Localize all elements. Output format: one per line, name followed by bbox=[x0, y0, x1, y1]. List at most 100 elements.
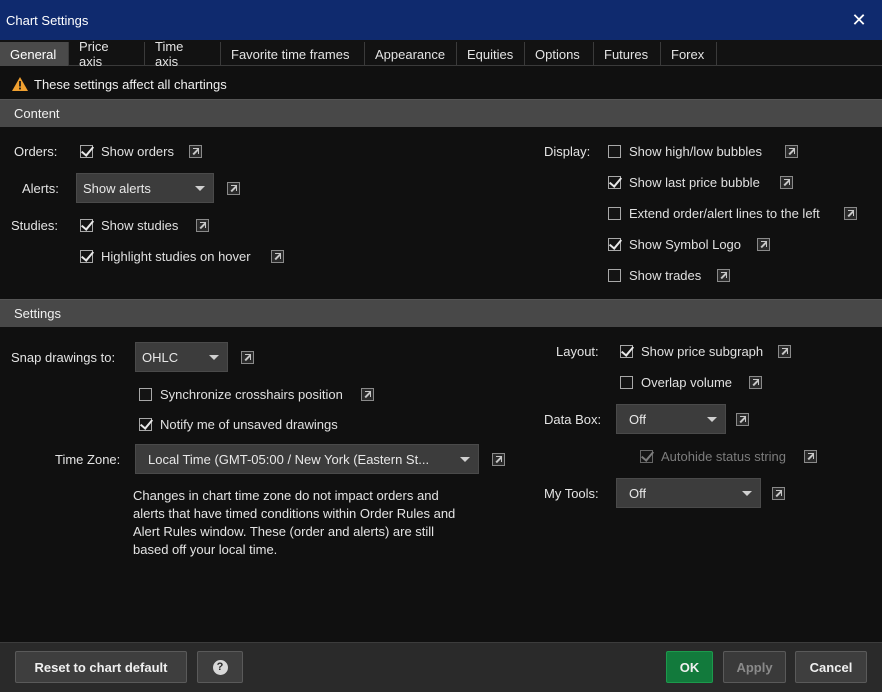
layout-label: Layout: bbox=[556, 344, 599, 359]
tab-equities[interactable]: Equities bbox=[457, 42, 525, 66]
notify-unsaved-label: Notify me of unsaved drawings bbox=[160, 417, 338, 432]
link-icon[interactable] bbox=[772, 487, 785, 500]
warning-icon bbox=[12, 77, 28, 91]
tab-time-axis[interactable]: Time axis bbox=[145, 39, 221, 69]
chevron-down-icon bbox=[707, 417, 717, 422]
tab-options[interactable]: Options bbox=[525, 42, 594, 66]
show-trades-label: Show trades bbox=[629, 268, 702, 283]
snap-drawings-label: Snap drawings to: bbox=[11, 350, 116, 365]
checkbox-box bbox=[608, 176, 621, 189]
my-tools-label: My Tools: bbox=[544, 486, 599, 501]
show-high-low-bubbles-label: Show high/low bubbles bbox=[629, 144, 762, 159]
alerts-dropdown-value: Show alerts bbox=[83, 180, 151, 196]
time-zone-label: Time Zone: bbox=[55, 452, 121, 467]
overlap-volume-checkbox[interactable]: Overlap volume bbox=[620, 375, 732, 390]
tab-favorite-time-frames[interactable]: Favorite time frames bbox=[221, 42, 365, 66]
time-zone-dropdown[interactable]: Local Time (GMT-05:00 / New York (Easter… bbox=[135, 444, 479, 474]
link-icon[interactable] bbox=[196, 219, 209, 232]
show-orders-checkbox[interactable]: Show orders bbox=[80, 144, 174, 159]
tab-price-axis[interactable]: Price axis bbox=[69, 39, 145, 69]
tab-futures[interactable]: Futures bbox=[594, 42, 661, 66]
data-box-value: Off bbox=[629, 411, 647, 427]
chevron-down-icon bbox=[460, 457, 470, 462]
content-header-label: Content bbox=[14, 106, 60, 121]
studies-label: Studies: bbox=[11, 218, 58, 233]
link-icon[interactable] bbox=[717, 269, 730, 282]
tab-bar: General Price axis Time axis Favorite ti… bbox=[0, 39, 882, 69]
link-icon[interactable] bbox=[271, 250, 284, 263]
sync-crosshairs-label: Synchronize crosshairs position bbox=[160, 387, 343, 402]
content-section-header: Content bbox=[0, 99, 882, 127]
data-box-dropdown[interactable]: Off bbox=[616, 404, 726, 434]
ok-button[interactable]: OK bbox=[666, 651, 713, 683]
cancel-button[interactable]: Cancel bbox=[795, 651, 867, 683]
highlight-studies-label: Highlight studies on hover bbox=[101, 249, 251, 264]
show-last-price-bubble-label: Show last price bubble bbox=[629, 175, 760, 190]
link-icon[interactable] bbox=[227, 182, 240, 195]
link-icon[interactable] bbox=[757, 238, 770, 251]
link-icon[interactable] bbox=[804, 450, 817, 463]
alerts-dropdown[interactable]: Show alerts bbox=[76, 173, 214, 203]
my-tools-dropdown[interactable]: Off bbox=[616, 478, 761, 508]
title-bar: Chart Settings ✕ bbox=[0, 0, 882, 40]
show-price-subgraph-checkbox[interactable]: Show price subgraph bbox=[620, 344, 763, 359]
alerts-label: Alerts: bbox=[22, 181, 59, 196]
close-button[interactable]: ✕ bbox=[836, 0, 882, 40]
link-icon[interactable] bbox=[778, 345, 791, 358]
time-zone-value: Local Time (GMT-05:00 / New York (Easter… bbox=[148, 451, 430, 467]
checkbox-box bbox=[620, 376, 633, 389]
show-symbol-logo-label: Show Symbol Logo bbox=[629, 237, 742, 252]
snap-drawings-value: OHLC bbox=[142, 349, 179, 365]
tab-appearance[interactable]: Appearance bbox=[365, 42, 457, 66]
link-icon[interactable] bbox=[361, 388, 374, 401]
checkbox-box bbox=[80, 250, 93, 263]
sync-crosshairs-checkbox[interactable]: Synchronize crosshairs position bbox=[139, 387, 343, 402]
tab-general[interactable]: General bbox=[0, 42, 69, 66]
close-icon: ✕ bbox=[851, 9, 867, 30]
checkbox-box bbox=[620, 345, 633, 358]
checkbox-box bbox=[608, 238, 621, 251]
help-icon: ? bbox=[212, 659, 228, 675]
link-icon[interactable] bbox=[749, 376, 762, 389]
tab-forex[interactable]: Forex bbox=[661, 42, 717, 66]
overlap-volume-label: Overlap volume bbox=[641, 375, 733, 390]
show-high-low-bubbles-checkbox[interactable]: Show high/low bubbles bbox=[608, 144, 762, 159]
checkbox-box bbox=[608, 145, 621, 158]
my-tools-value: Off bbox=[629, 485, 647, 501]
warning-text: These settings affect all chartings bbox=[34, 76, 227, 92]
apply-button[interactable]: Apply bbox=[723, 651, 786, 683]
checkbox-box bbox=[640, 450, 653, 463]
link-icon[interactable] bbox=[844, 207, 857, 220]
notify-unsaved-checkbox[interactable]: Notify me of unsaved drawings bbox=[139, 417, 338, 432]
extend-order-lines-label: Extend order/alert lines to the left bbox=[629, 206, 820, 221]
show-symbol-logo-checkbox[interactable]: Show Symbol Logo bbox=[608, 237, 741, 252]
checkbox-box bbox=[608, 269, 621, 282]
chevron-down-icon bbox=[195, 186, 205, 191]
checkbox-box bbox=[80, 145, 93, 158]
orders-label: Orders: bbox=[14, 144, 58, 159]
extend-order-lines-checkbox[interactable]: Extend order/alert lines to the left bbox=[608, 206, 820, 221]
help-button[interactable]: ? bbox=[197, 651, 243, 683]
show-trades-checkbox[interactable]: Show trades bbox=[608, 268, 701, 283]
warning-row: These settings affect all chartings bbox=[12, 75, 227, 93]
link-icon[interactable] bbox=[780, 176, 793, 189]
show-price-subgraph-label: Show price subgraph bbox=[641, 344, 764, 359]
checkbox-box bbox=[139, 418, 152, 431]
autohide-status-checkbox[interactable]: Autohide status string bbox=[640, 449, 786, 464]
show-orders-label: Show orders bbox=[101, 144, 174, 159]
show-last-price-bubble-checkbox[interactable]: Show last price bubble bbox=[608, 175, 760, 190]
link-icon[interactable] bbox=[736, 413, 749, 426]
link-icon[interactable] bbox=[492, 453, 505, 466]
checkbox-box bbox=[139, 388, 152, 401]
highlight-studies-checkbox[interactable]: Highlight studies on hover bbox=[80, 249, 251, 264]
link-icon[interactable] bbox=[241, 351, 254, 364]
checkbox-box bbox=[608, 207, 621, 220]
link-icon[interactable] bbox=[189, 145, 202, 158]
snap-drawings-dropdown[interactable]: OHLC bbox=[135, 342, 228, 372]
show-studies-checkbox[interactable]: Show studies bbox=[80, 218, 178, 233]
window-title: Chart Settings bbox=[6, 13, 89, 28]
reset-to-chart-default-button[interactable]: Reset to chart default bbox=[15, 651, 187, 683]
link-icon[interactable] bbox=[785, 145, 798, 158]
time-zone-note: Changes in chart time zone do not impact… bbox=[133, 488, 456, 557]
settings-header-label: Settings bbox=[14, 306, 61, 321]
